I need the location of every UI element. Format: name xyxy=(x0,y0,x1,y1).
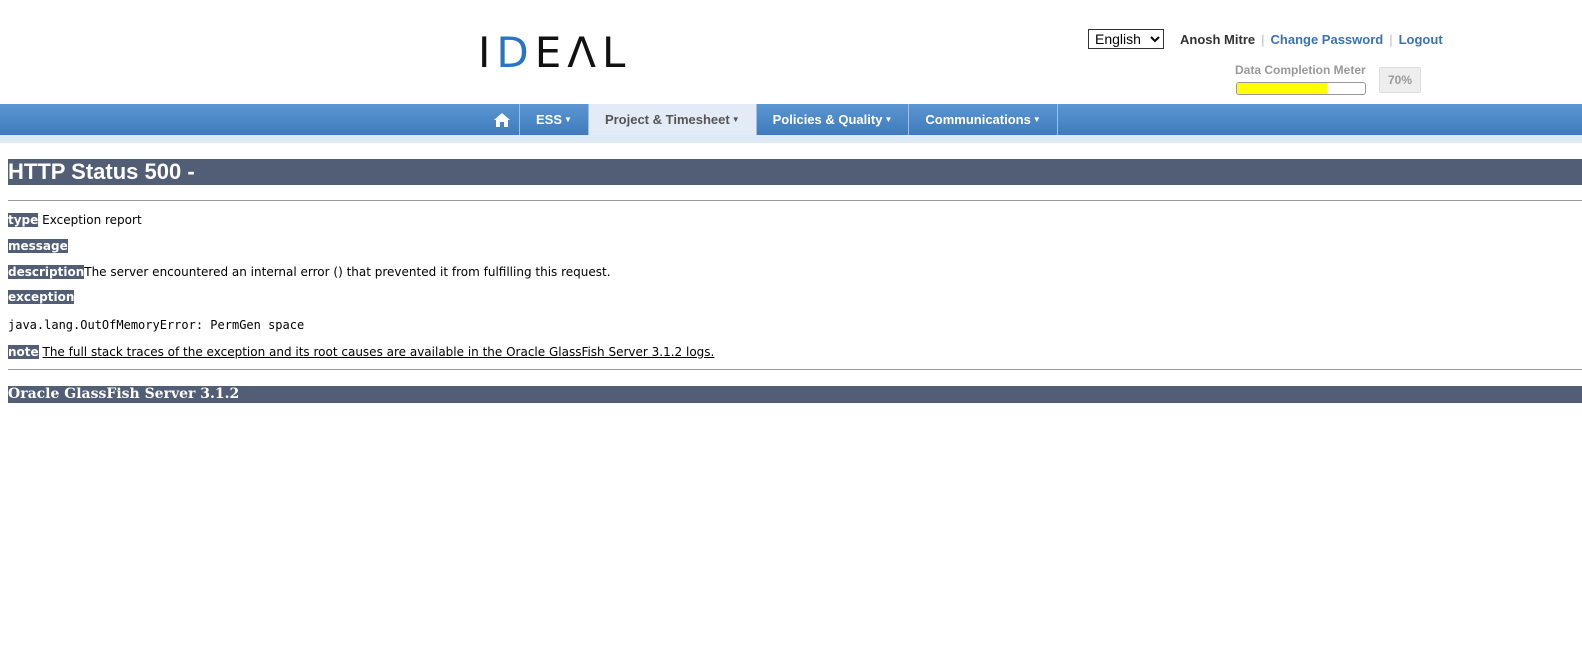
caret-down-icon: ▼ xyxy=(1032,115,1041,124)
divider xyxy=(8,369,1582,370)
caret-down-icon: ▼ xyxy=(884,115,893,124)
language-select[interactable]: English xyxy=(1088,29,1164,49)
nav-policies-quality[interactable]: Policies & Quality ▼ xyxy=(757,104,910,135)
header: IDEΛL English Anosh Mitre | Change Passw… xyxy=(0,0,1582,104)
ideal-logo[interactable]: IDEΛL xyxy=(478,30,648,76)
user-links: Anosh Mitre | Change Password | Logout xyxy=(1180,32,1443,47)
exception-value: java.lang.OutOfMemoryError: PermGen spac… xyxy=(8,318,305,332)
type-value: Exception report xyxy=(42,213,142,227)
description-value: The server encountered an internal error… xyxy=(84,265,611,279)
nav-communications[interactable]: Communications ▼ xyxy=(909,104,1058,135)
data-completion-meter-bar xyxy=(1236,82,1366,95)
description-row: descriptionThe server encountered an int… xyxy=(8,263,611,281)
main-nav: ESS ▼ Project & Timesheet ▼ Policies & Qua… xyxy=(0,104,1582,135)
error-report: HTTP Status 500 - type Exception report … xyxy=(8,159,1582,403)
nav-home[interactable] xyxy=(485,104,520,135)
caret-down-icon: ▼ xyxy=(564,115,572,124)
type-label: type xyxy=(8,213,39,227)
exception-row: exception xyxy=(8,288,75,306)
caret-down-icon: ▼ xyxy=(731,115,740,124)
change-password-link[interactable]: Change Password xyxy=(1271,32,1384,47)
data-completion-meter-fill xyxy=(1237,83,1327,94)
logo-text: IDEΛL xyxy=(478,28,632,77)
message-label: message xyxy=(8,239,68,253)
note-value: The full stack traces of the exception a… xyxy=(42,345,715,359)
nav-ess[interactable]: ESS ▼ xyxy=(520,104,589,135)
user-name: Anosh Mitre xyxy=(1180,32,1256,47)
nav-underbar xyxy=(0,135,1582,143)
separator: | xyxy=(1389,32,1393,47)
data-completion-meter-label: Data Completion Meter xyxy=(1235,63,1366,77)
data-completion-percent: 70% xyxy=(1379,67,1421,93)
logout-link[interactable]: Logout xyxy=(1399,32,1443,47)
nav-project-timesheet[interactable]: Project & Timesheet ▼ xyxy=(588,104,757,135)
note-label: note xyxy=(8,345,39,359)
divider xyxy=(8,200,1582,201)
note-row: note The full stack traces of the except… xyxy=(8,343,714,361)
server-footer: Oracle GlassFish Server 3.1.2 xyxy=(8,386,1582,403)
home-icon xyxy=(494,112,510,127)
description-label: description xyxy=(8,265,85,279)
separator: | xyxy=(1261,32,1265,47)
type-row: type Exception report xyxy=(8,211,142,229)
exception-label: exception xyxy=(8,290,75,304)
error-title: HTTP Status 500 - xyxy=(8,159,1582,185)
message-row: message xyxy=(8,237,68,255)
